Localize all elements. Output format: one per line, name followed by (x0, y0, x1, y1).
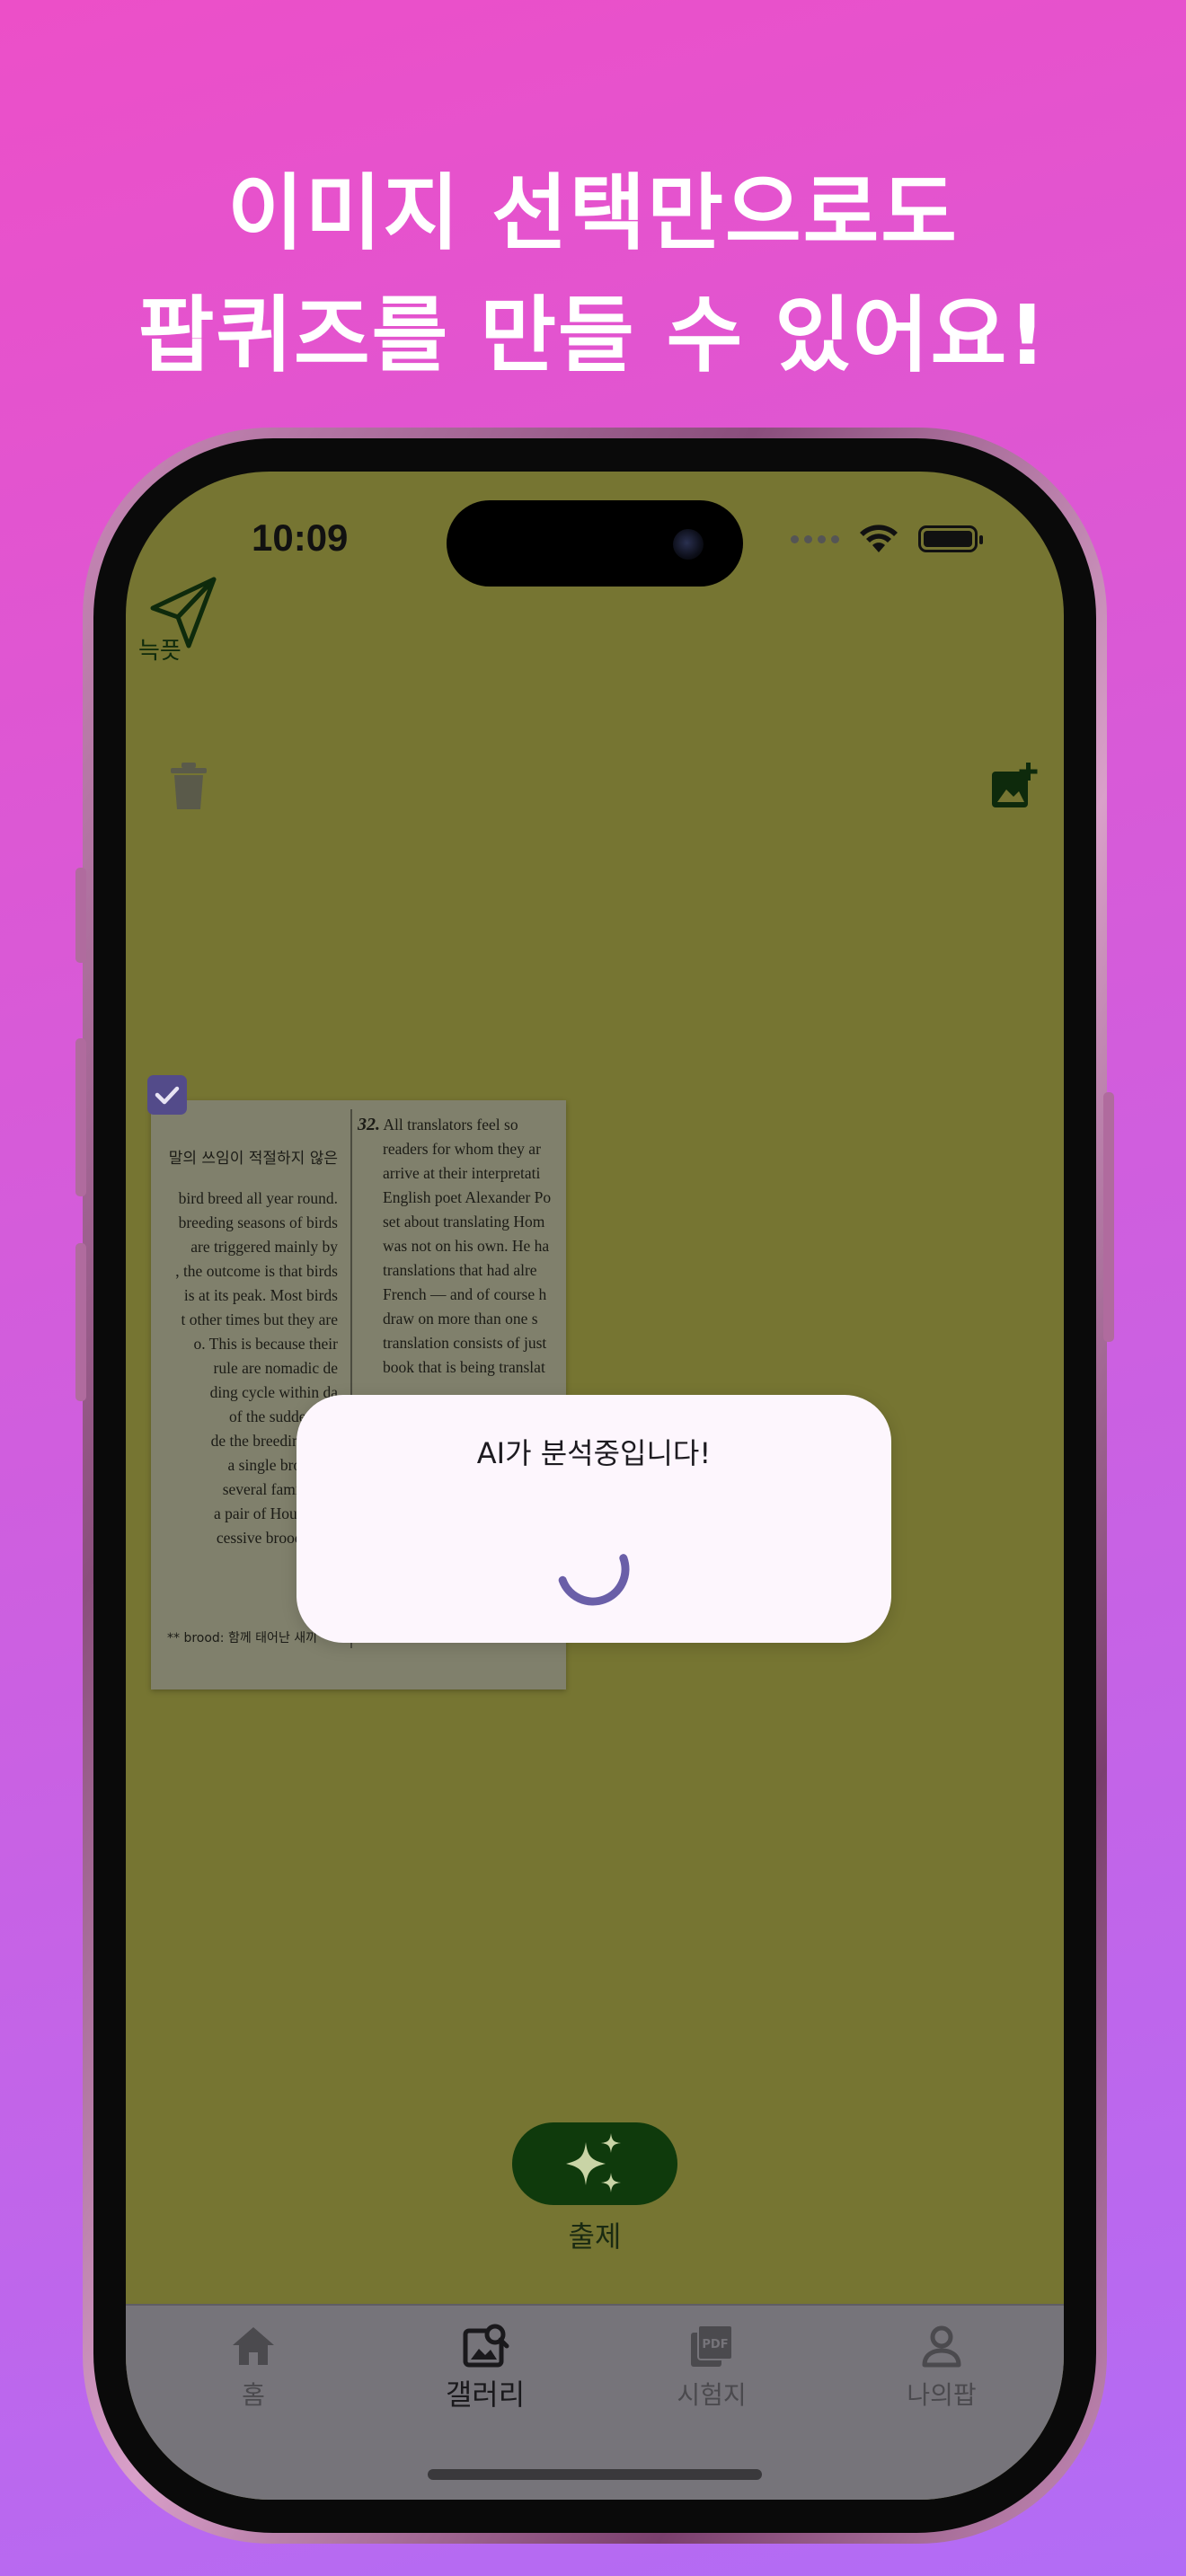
phone-screen: 10:09 늑픗 말의 쓰임이 적절하지 않은 bird breed all y… (126, 472, 1064, 2500)
sparkles-icon (566, 2133, 621, 2192)
nav-item-my-pop[interactable]: 나의팝 (852, 2322, 1031, 2412)
status-time: 10:09 (252, 516, 349, 559)
svg-text:PDF: PDF (702, 2338, 728, 2351)
loading-spinner (558, 1554, 630, 1606)
thumbnail-right-column: 32. All translators feel so readers for … (358, 1115, 552, 1376)
selected-checkbox[interactable] (147, 1075, 187, 1115)
headline-line-2: 팝퀴즈를 만들 수 있어요! (137, 287, 1049, 384)
dynamic-island (447, 500, 743, 587)
add-photo-icon[interactable] (988, 761, 1039, 811)
trash-icon[interactable] (165, 761, 212, 811)
volume-down-button (75, 1243, 86, 1401)
headline-line-1: 이미지 선택만으로도 (227, 165, 959, 261)
nav-item-gallery[interactable]: 갤러리 (395, 2322, 575, 2413)
nav-label-exam: 시험지 (677, 2380, 747, 2410)
power-button (1103, 1092, 1114, 1342)
action-button (75, 868, 86, 963)
loading-dialog: AI가 분석중입니다! (296, 1395, 891, 1643)
app-logo: 늑픗 (138, 577, 217, 662)
home-indicator[interactable] (428, 2469, 762, 2480)
person-icon (922, 2325, 961, 2368)
promo-headline: 이미지 선택만으로도 팝퀴즈를 만들 수 있어요! (0, 153, 1186, 397)
wifi-icon (860, 525, 898, 552)
nav-item-home[interactable]: 홈 (164, 2322, 343, 2412)
generate-quiz-button[interactable] (512, 2122, 677, 2205)
nav-item-exam[interactable]: PDF 시험지 (622, 2322, 801, 2412)
nav-label-home: 홈 (242, 2380, 265, 2410)
gallery-icon (463, 2324, 509, 2368)
front-camera (673, 529, 704, 560)
loading-message: AI가 분석중입니다! (476, 1436, 712, 1470)
status-icons (791, 524, 983, 554)
generate-quiz-label: 출제 (568, 2219, 622, 2254)
cellular-signal-icon (791, 534, 839, 543)
logo-text: 늑픗 (138, 638, 181, 662)
thumbnail-footnote: ** brood: 함께 태어난 새끼 (167, 1631, 318, 1645)
check-icon (155, 1086, 180, 1105)
nav-label-my-pop: 나의팝 (907, 2380, 977, 2410)
volume-up-button (75, 1038, 86, 1196)
battery-icon (918, 525, 983, 552)
pdf-icon: PDF (691, 2325, 733, 2367)
thumbnail-heading: 말의 쓰임이 적절하지 않은 (168, 1150, 338, 1168)
home-icon (233, 2327, 274, 2365)
nav-label-gallery: 갤러리 (445, 2378, 526, 2412)
